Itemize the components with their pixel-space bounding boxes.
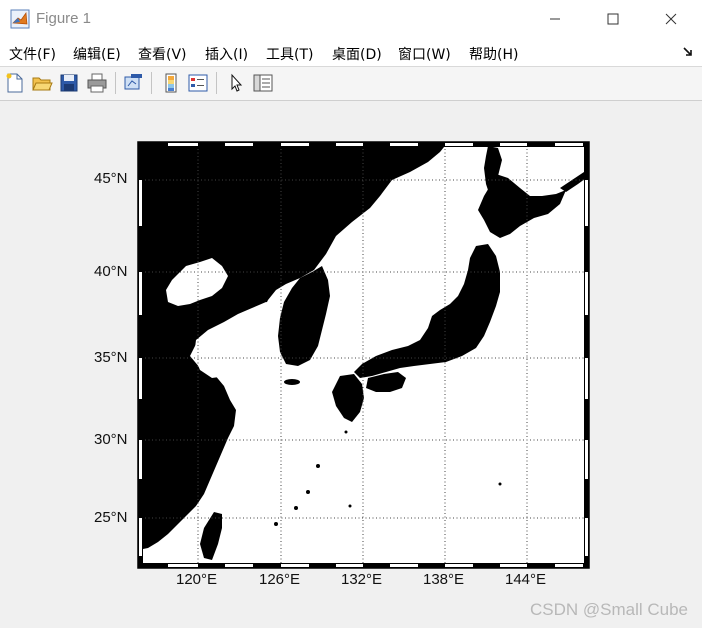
menu-view[interactable]: 查看(V) — [138, 44, 187, 64]
lon-tick-label: 120°E — [176, 571, 218, 588]
property-inspector-icon[interactable] — [252, 72, 274, 94]
lat-tick-label: 40°N — [94, 263, 128, 280]
lon-tick-label: 126°E — [259, 571, 301, 588]
lat-tick-label: 25°N — [94, 509, 128, 526]
land-islet — [316, 464, 320, 468]
menu-desktop[interactable]: 桌面(D) — [332, 44, 382, 64]
land-islet — [306, 490, 310, 494]
matlab-logo-icon — [10, 9, 30, 29]
link-plot-icon[interactable] — [122, 72, 144, 94]
toolbar-separator — [151, 72, 152, 94]
menu-window[interactable]: 窗口(W) — [398, 44, 451, 64]
lon-tick-label: 132°E — [341, 571, 383, 588]
lon-tick-label: 138°E — [423, 571, 465, 588]
menu-edit[interactable]: 编辑(E) — [73, 44, 121, 64]
maximize-icon — [607, 13, 619, 25]
minimize-icon — [550, 18, 560, 20]
land-islet — [274, 522, 278, 526]
close-icon — [665, 13, 677, 25]
land-islet — [348, 504, 352, 508]
land-jeju — [284, 379, 300, 385]
close-button[interactable] — [642, 0, 700, 38]
save-icon[interactable] — [58, 72, 80, 94]
figure-canvas[interactable]: 45°N 40°N 35°N 30°N 25°N 120°E 126°E 132… — [0, 100, 702, 628]
insert-colorbar-icon[interactable] — [160, 72, 182, 94]
toolbar — [0, 67, 702, 101]
title-bar: Figure 1 — [0, 0, 702, 39]
insert-legend-icon[interactable] — [187, 72, 209, 94]
menu-insert[interactable]: 插入(I) — [205, 44, 248, 64]
menu-tools[interactable]: 工具(T) — [266, 44, 313, 64]
print-icon[interactable] — [86, 72, 108, 94]
open-file-icon[interactable] — [31, 72, 53, 94]
lat-tick-label: 35°N — [94, 349, 128, 366]
land-islet — [344, 430, 348, 434]
menu-help[interactable]: 帮助(H) — [469, 44, 518, 64]
lat-tick-label: 45°N — [94, 170, 128, 187]
land-islet — [364, 175, 372, 185]
minimize-button[interactable] — [526, 0, 584, 38]
new-figure-icon[interactable] — [4, 72, 26, 94]
window-title: Figure 1 — [36, 10, 92, 27]
watermark: CSDN @Small Cube — [529, 600, 688, 619]
dock-arrow-icon[interactable] — [682, 46, 694, 58]
maximize-button[interactable] — [584, 0, 642, 38]
menu-file[interactable]: 文件(F) — [9, 44, 56, 64]
menu-bar: 文件(F) 编辑(E) 查看(V) 插入(I) 工具(T) 桌面(D) 窗口(W… — [0, 38, 702, 67]
lon-tick-label: 144°E — [505, 571, 547, 588]
land-islet — [294, 506, 298, 510]
toolbar-separator — [216, 72, 217, 94]
lat-tick-label: 30°N — [94, 431, 128, 448]
toolbar-separator — [115, 72, 116, 94]
edit-plot-icon[interactable] — [225, 72, 247, 94]
land-islet — [498, 482, 502, 486]
